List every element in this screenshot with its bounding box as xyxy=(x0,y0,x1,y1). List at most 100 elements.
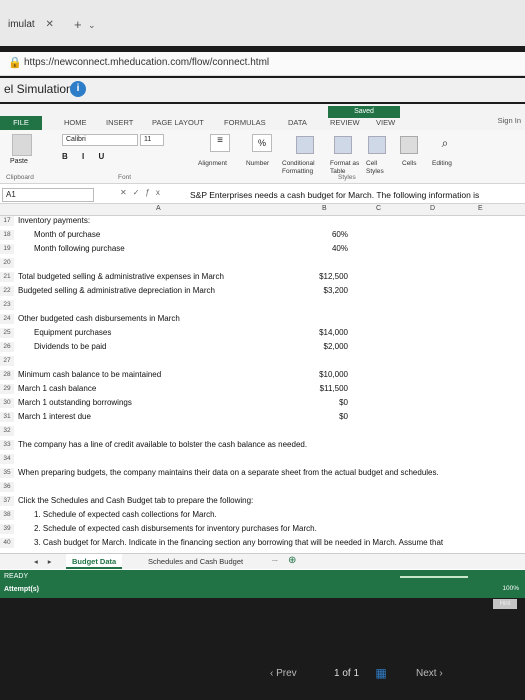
column-header-d[interactable]: D xyxy=(430,205,435,212)
table-row[interactable]: 36 xyxy=(0,482,525,492)
table-row[interactable]: 40 3. Cash budget for March. Indicate in … xyxy=(0,538,525,548)
table-row[interactable]: 37 Click the Schedules and Cash Budget ta… xyxy=(0,496,525,506)
cell-label[interactable]: March 1 outstanding borrowings xyxy=(18,398,132,408)
editing-label[interactable]: Editing xyxy=(432,160,452,168)
column-header-c[interactable]: C xyxy=(376,205,381,212)
format-as-table-icon[interactable] xyxy=(334,136,352,154)
sheet-nav-arrows[interactable]: ◂▸ xyxy=(34,557,62,566)
table-row[interactable]: 34 xyxy=(0,454,525,464)
grid-icon[interactable]: ▦ xyxy=(374,666,388,680)
close-tab-icon[interactable]: ✕ xyxy=(45,19,53,30)
table-row[interactable]: 19 Month following purchase 40% xyxy=(0,244,525,254)
cell-value[interactable]: $10,000 xyxy=(296,370,348,380)
table-row[interactable]: 18 Month of purchase 60% xyxy=(0,230,525,240)
alignment-label[interactable]: Alignment xyxy=(198,160,227,168)
table-row[interactable]: 31 March 1 interest due $0 xyxy=(0,412,525,422)
row-number[interactable]: 24 xyxy=(0,314,14,324)
table-row[interactable]: 35 When preparing budgets, the company ma… xyxy=(0,468,525,478)
table-row[interactable]: 22 Budgeted selling & administrative depr… xyxy=(0,286,525,296)
cell-label[interactable]: The company has a line of credit availab… xyxy=(18,440,307,450)
hint-button[interactable]: Hint xyxy=(493,599,517,609)
row-number[interactable]: 26 xyxy=(0,342,14,352)
new-tab-icon[interactable]: + xyxy=(74,14,82,36)
tab-page-layout[interactable]: PAGE LAYOUT xyxy=(152,116,204,130)
table-row[interactable]: 25 Equipment purchases $14,000 xyxy=(0,328,525,338)
paste-label[interactable]: Paste xyxy=(10,158,28,165)
chevron-down-icon[interactable]: ⌄ xyxy=(88,14,96,36)
row-number[interactable]: 40 xyxy=(0,538,14,548)
info-icon[interactable]: i xyxy=(70,81,86,97)
number-label[interactable]: Number xyxy=(246,160,269,168)
row-number[interactable]: 32 xyxy=(0,426,14,436)
table-row[interactable]: 30 March 1 outstanding borrowings $0 xyxy=(0,398,525,408)
table-row[interactable]: 21 Total budgeted selling & administrativ… xyxy=(0,272,525,282)
cell-label[interactable]: Dividends to be paid xyxy=(34,342,107,352)
font-size-select[interactable]: 11 xyxy=(140,134,164,146)
cell-value[interactable]: $3,200 xyxy=(296,286,348,296)
next-button[interactable]: Next › xyxy=(416,668,443,679)
browser-tab[interactable]: imulat ✕ xyxy=(0,14,62,36)
row-number[interactable]: 37 xyxy=(0,496,14,506)
row-number[interactable]: 27 xyxy=(0,356,14,366)
formula-buttons[interactable]: ✕✓ƒx xyxy=(120,188,166,197)
row-number[interactable]: 31 xyxy=(0,412,14,422)
conditional-formatting-icon[interactable] xyxy=(296,136,314,154)
table-row[interactable]: 33 The company has a line of credit avail… xyxy=(0,440,525,450)
cell-value[interactable]: $0 xyxy=(296,398,348,408)
row-number[interactable]: 21 xyxy=(0,272,14,282)
name-box[interactable]: A1 xyxy=(2,188,94,202)
tab-home[interactable]: HOME xyxy=(64,116,87,130)
cell-label[interactable]: Inventory payments: xyxy=(18,216,90,226)
cell-label[interactable]: 2. Schedule of expected cash disbursemen… xyxy=(34,524,317,534)
cell-label[interactable]: 3. Cash budget for March. Indicate in th… xyxy=(34,538,443,548)
row-number[interactable]: 38 xyxy=(0,510,14,520)
table-row[interactable]: 32 xyxy=(0,426,525,436)
cell-value[interactable]: $11,500 xyxy=(296,384,348,394)
row-number[interactable]: 36 xyxy=(0,482,14,492)
table-row[interactable]: 28 Minimum cash balance to be maintained $… xyxy=(0,370,525,380)
cell-label[interactable]: Equipment purchases xyxy=(34,328,111,338)
table-row[interactable]: 27 xyxy=(0,356,525,366)
sheet-tab-budget-data[interactable]: Budget Data xyxy=(66,554,123,569)
sheet-more[interactable]: ... xyxy=(272,556,278,563)
tab-insert[interactable]: INSERT xyxy=(106,116,133,130)
cell-label[interactable]: Budgeted selling & administrative deprec… xyxy=(18,286,215,296)
row-number[interactable]: 30 xyxy=(0,398,14,408)
binoculars-icon[interactable]: ⌕ xyxy=(436,136,454,154)
row-number[interactable]: 25 xyxy=(0,328,14,338)
cell-label[interactable]: March 1 cash balance xyxy=(18,384,96,394)
sheet-tab-schedules[interactable]: Schedules and Cash Budget xyxy=(142,554,249,569)
bold-italic-underline-buttons[interactable]: B I U xyxy=(62,152,110,161)
table-row[interactable]: 26 Dividends to be paid $2,000 xyxy=(0,342,525,352)
paste-icon[interactable] xyxy=(12,134,32,156)
formula-input[interactable]: S&P Enterprises needs a cash budget for … xyxy=(190,188,479,202)
table-row[interactable]: 23 xyxy=(0,300,525,310)
tab-review[interactable]: REVIEW xyxy=(330,116,360,130)
font-name-select[interactable]: Calibri xyxy=(62,134,138,146)
table-row[interactable]: 20 xyxy=(0,258,525,268)
tab-view[interactable]: VIEW xyxy=(376,116,395,130)
cell-label[interactable]: Total budgeted selling & administrative … xyxy=(18,272,224,282)
table-row[interactable]: 38 1. Schedule of expected cash collectio… xyxy=(0,510,525,520)
table-row[interactable]: 17 Inventory payments: xyxy=(0,216,525,226)
cell-label[interactable]: Other budgeted cash disbursements in Mar… xyxy=(18,314,180,324)
row-number[interactable]: 28 xyxy=(0,370,14,380)
cell-value[interactable]: 40% xyxy=(296,244,348,254)
cell-label[interactable]: When preparing budgets, the company main… xyxy=(18,468,439,478)
cell-value[interactable]: $0 xyxy=(296,412,348,422)
sign-in-link[interactable]: Sign In xyxy=(498,116,521,125)
zoom-slider[interactable] xyxy=(400,576,468,578)
cells-label[interactable]: Cells xyxy=(402,160,416,168)
cell-value[interactable]: $12,500 xyxy=(296,272,348,282)
cell-label[interactable]: 1. Schedule of expected cash collections… xyxy=(34,510,217,520)
tab-formulas[interactable]: FORMULAS xyxy=(224,116,266,130)
column-header-a[interactable]: A xyxy=(156,205,161,212)
row-number[interactable]: 34 xyxy=(0,454,14,464)
cell-label[interactable]: Minimum cash balance to be maintained xyxy=(18,370,161,380)
column-header-b[interactable]: B xyxy=(322,205,327,212)
row-number[interactable]: 33 xyxy=(0,440,14,450)
cell-styles-label[interactable]: Cell Styles xyxy=(366,160,392,176)
conditional-formatting-label[interactable]: Conditional Formatting xyxy=(282,160,332,176)
cell-value[interactable]: 60% xyxy=(296,230,348,240)
row-number[interactable]: 35 xyxy=(0,468,14,478)
